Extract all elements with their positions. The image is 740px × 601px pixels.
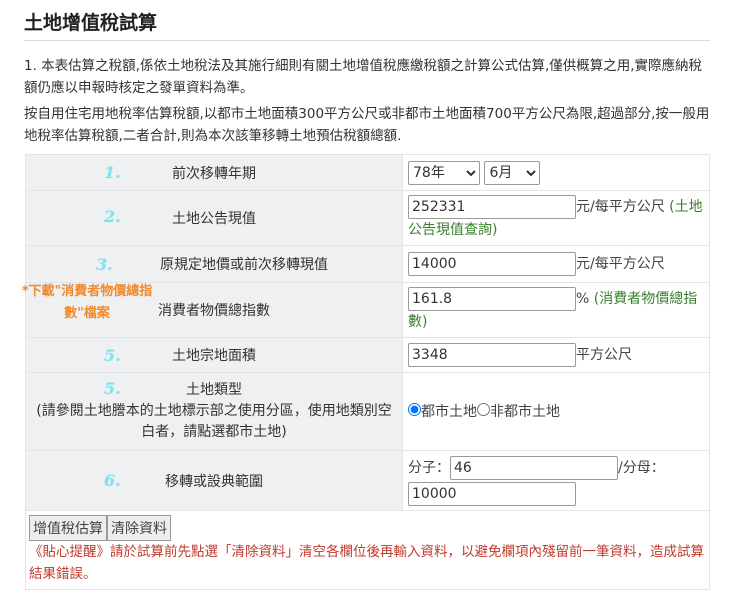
denominator-label: /分母： — [618, 459, 665, 476]
radio-label: 非都市土地 — [490, 403, 560, 420]
urban-land-radio[interactable]: 都市土地 — [408, 402, 477, 420]
step-number: 1. — [104, 163, 121, 182]
year-select[interactable]: 78年 — [408, 160, 480, 185]
announced-value-input[interactable] — [408, 195, 576, 219]
unit: % — [576, 291, 590, 307]
label: 土地宗地面積 — [172, 348, 256, 364]
cpi-input[interactable] — [408, 287, 576, 311]
label: 移轉或設典範圍 — [165, 473, 263, 490]
unit: 元/每平方公尺 — [576, 199, 665, 215]
label: 原規定地價或前次移轉現值 — [160, 257, 328, 273]
label: 土地公告現值 — [172, 211, 256, 227]
numerator-label: 分子： — [408, 459, 450, 476]
note-1: 1. 本表估算之稅額,係依土地稅法及其施行細則有關土地增值稅應繳稅額之計算公式估… — [24, 58, 703, 96]
clear-button[interactable]: 清除資料 — [107, 515, 171, 541]
unit: 元/每平方公尺 — [576, 256, 665, 272]
calculate-button[interactable]: 增值稅估算 — [29, 515, 107, 541]
land-type-hint: (請參閱土地謄本的土地標示部之使用分區，使用地類別空白者，請點選都市土地) — [36, 403, 392, 440]
original-value-input[interactable] — [408, 252, 576, 276]
label: 土地類型 — [186, 382, 242, 398]
non-urban-land-radio[interactable]: 非都市土地 — [477, 402, 560, 420]
download-cpi-link[interactable]: *下載"消費者物價總指數"檔案 — [14, 281, 160, 325]
calculator-form: 1.前次移轉年期 78年 6月 2.土地公告現值 元/每平方公尺 (土地公告現值… — [25, 154, 710, 590]
step-number: 3. — [96, 255, 113, 274]
divider — [24, 40, 710, 41]
numerator-input[interactable] — [450, 455, 618, 480]
label: 消費者物價總指數 — [158, 303, 270, 319]
step-number: 2. — [104, 207, 121, 226]
row-label: 1. 前次移轉年期 — [25, 154, 403, 191]
label: 前次移轉年期 — [172, 165, 256, 182]
radio-label: 都市土地 — [421, 403, 477, 420]
land-area-input[interactable] — [408, 343, 576, 367]
page-title: 土地增值稅試算 — [24, 12, 158, 34]
month-select[interactable]: 6月 — [484, 160, 541, 185]
step-number: 5. — [104, 379, 121, 398]
denominator-input[interactable] — [408, 481, 576, 506]
unit: 平方公尺 — [576, 347, 632, 363]
step-number: 5. — [104, 346, 121, 365]
note-2: 按自用住宅用地稅率估算稅額,以都市土地面積300平方公尺或非都市土地面積700平… — [24, 106, 710, 144]
reminder-text: 《貼心提醒》請於試算前先點選「清除資料」清空各欄位後再輸入資料，以避免欄項內殘留… — [29, 544, 704, 582]
step-number: 6. — [104, 471, 121, 490]
